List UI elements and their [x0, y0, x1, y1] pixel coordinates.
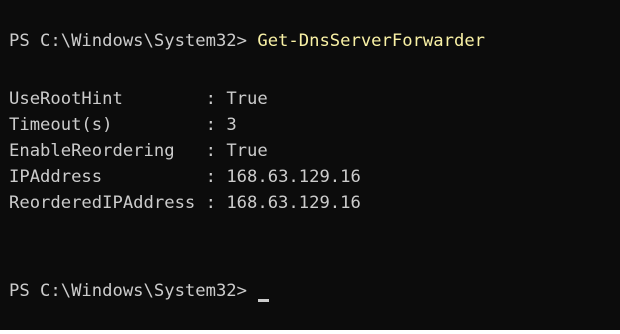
- powershell-console[interactable]: PS C:\Windows\System32> Get-DnsServerFor…: [0, 0, 620, 334]
- command-text: Get-DnsServerForwarder: [257, 31, 486, 51]
- image-border: [0, 330, 620, 334]
- property-name: Timeout(s): [9, 115, 113, 135]
- prompt: PS C:\Windows\System32>: [9, 31, 258, 51]
- output-row-ipaddress: IPAddress : 168.63.129.16: [9, 164, 361, 190]
- property-value: 168.63.129.16: [226, 193, 361, 213]
- output-row-reorderedipaddress: ReorderedIPAddress : 168.63.129.16: [9, 190, 361, 216]
- separator: :: [195, 89, 227, 109]
- output-row-enablereordering: EnableReordering : True: [9, 138, 268, 164]
- property-name: IPAddress: [9, 167, 103, 187]
- property-value: 168.63.129.16: [226, 167, 361, 187]
- property-value: 3: [226, 115, 237, 135]
- input-line[interactable]: PS C:\Windows\System32>: [9, 278, 270, 304]
- separator: :: [195, 115, 227, 135]
- property-name: ReorderedIPAddress: [9, 193, 196, 213]
- property-name: EnableReordering: [9, 141, 175, 161]
- separator: :: [195, 167, 227, 187]
- output-row-timeout: Timeout(s) : 3: [9, 112, 237, 138]
- command-line: PS C:\Windows\System32> Get-DnsServerFor…: [9, 28, 485, 54]
- prompt: PS C:\Windows\System32>: [9, 281, 258, 301]
- property-value: True: [226, 89, 268, 109]
- text-cursor: [258, 299, 270, 302]
- output-row-userroothint: UseRootHint : True: [9, 86, 268, 112]
- separator: :: [195, 141, 227, 161]
- property-name: UseRootHint: [9, 89, 123, 109]
- separator: :: [195, 193, 227, 213]
- property-value: True: [226, 141, 268, 161]
